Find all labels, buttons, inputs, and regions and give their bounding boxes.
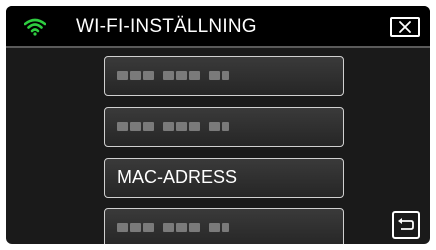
list-item-masked-3[interactable] xyxy=(104,208,344,244)
close-button[interactable] xyxy=(390,17,420,37)
settings-list: MAC-ADRESS xyxy=(6,48,430,244)
wifi-icon xyxy=(24,18,46,36)
masked-value xyxy=(117,223,229,232)
list-item-masked-1[interactable] xyxy=(104,56,344,96)
masked-value xyxy=(117,122,229,131)
header-bar: WI-FI-INSTÄLLNING xyxy=(6,6,430,48)
list-item-masked-2[interactable] xyxy=(104,107,344,147)
masked-value xyxy=(117,71,229,80)
back-arrow-icon xyxy=(398,218,414,230)
wifi-settings-screen: WI-FI-INSTÄLLNING MAC-ADRESS xyxy=(6,6,430,244)
back-button[interactable] xyxy=(392,211,420,239)
page-title: WI-FI-INSTÄLLNING xyxy=(76,16,257,37)
close-icon xyxy=(399,21,411,33)
list-item-mac-address[interactable]: MAC-ADRESS xyxy=(104,158,344,198)
list-item-label: MAC-ADRESS xyxy=(117,167,238,187)
